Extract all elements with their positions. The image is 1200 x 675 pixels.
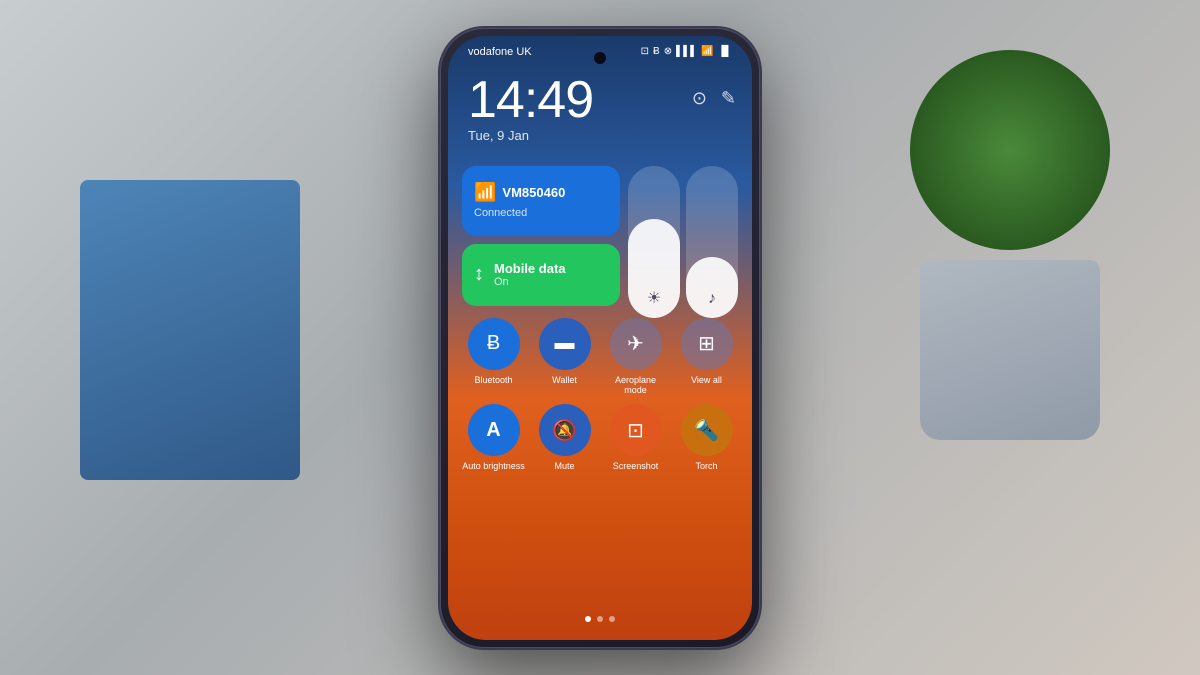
aeroplane-tile[interactable]: ✈ Aeroplane mode <box>604 318 667 397</box>
quick-actions-row2: A Auto brightness 🔕 Mute ⊡ <box>462 404 738 472</box>
bluetooth-tile[interactable]: Ƀ Bluetooth <box>462 318 525 397</box>
mobile-tile[interactable]: ↕ Mobile data On <box>462 244 620 306</box>
edit-tile-icon[interactable]: ✎ <box>721 88 736 109</box>
volume-slider[interactable]: ♪ <box>686 166 738 318</box>
torch-tile[interactable]: 🔦 Torch <box>675 404 738 472</box>
plant-leaves <box>910 50 1110 250</box>
main-tiles: 📶 VM850460 Connected ↕ Mobile data On <box>462 166 738 318</box>
screenshot-icon: ⊡ <box>627 418 644 443</box>
mobile-data-icon: ↕ <box>474 263 484 286</box>
bluetooth-btn[interactable]: Ƀ <box>468 318 520 370</box>
wifi-icon: 📶 <box>474 182 496 203</box>
view-all-label: View all <box>691 375 722 386</box>
bluetooth-label: Bluetooth <box>474 375 512 386</box>
dot-2 <box>597 616 603 622</box>
mobile-status: On <box>494 276 566 288</box>
brightness-slider-icon: ☀ <box>647 288 661 308</box>
wallet-tile[interactable]: ▬ Wallet <box>533 318 596 397</box>
mute-tile[interactable]: 🔕 Mute <box>533 404 596 472</box>
date-display: Tue, 9 Jan <box>468 128 593 143</box>
left-tiles: 📶 VM850460 Connected ↕ Mobile data On <box>462 166 620 318</box>
mute-label: Mute <box>554 461 574 472</box>
auto-brightness-tile[interactable]: A Auto brightness <box>462 404 525 472</box>
edit-icons-area: ⊙ ✎ <box>692 88 736 109</box>
bluetooth-icon: Ƀ <box>487 332 500 355</box>
scene: vodafone UK ⊡ Ƀ ⊗ ▌▌▌ 📶 ▐▌ 14:49 Tue, 9 … <box>0 0 1200 675</box>
alarm-icon: ⊗ <box>664 46 672 57</box>
wifi-name: VM850460 <box>502 185 565 200</box>
view-all-tile[interactable]: ⊞ View all <box>675 318 738 397</box>
carrier-label: vodafone UK <box>468 46 532 58</box>
wallet-btn[interactable]: ▬ <box>539 318 591 370</box>
status-icons: ⊡ Ƀ ⊗ ▌▌▌ 📶 ▐▌ <box>641 46 732 57</box>
wallet-label: Wallet <box>552 375 577 386</box>
sliders-area: ☀ ♪ <box>628 166 738 318</box>
mobile-tile-text: Mobile data On <box>494 261 566 288</box>
phone: vodafone UK ⊡ Ƀ ⊗ ▌▌▌ 📶 ▐▌ 14:49 Tue, 9 … <box>440 28 760 648</box>
time-area: 14:49 Tue, 9 Jan <box>468 74 593 143</box>
wifi-status-icon: 📶 <box>701 46 713 57</box>
signal-icon: ▌▌▌ <box>676 46 697 57</box>
aeroplane-btn[interactable]: ✈ <box>610 318 662 370</box>
torch-label: Torch <box>695 461 717 472</box>
battery-icon: ▐▌ <box>718 46 732 57</box>
auto-brightness-icon: A <box>486 419 500 442</box>
wifi-icon-row: 📶 VM850460 <box>474 182 608 203</box>
torch-btn[interactable]: 🔦 <box>681 404 733 456</box>
phone-screen: vodafone UK ⊡ Ƀ ⊗ ▌▌▌ 📶 ▐▌ 14:49 Tue, 9 … <box>448 36 752 640</box>
wifi-status: Connected <box>474 207 608 219</box>
auto-brightness-label: Auto brightness <box>462 461 525 472</box>
auto-brightness-btn[interactable]: A <box>468 404 520 456</box>
screenshot-label: Screenshot <box>613 461 659 472</box>
view-all-icon: ⊞ <box>698 331 715 356</box>
brightness-slider[interactable]: ☀ <box>628 166 680 318</box>
aeroplane-icon: ✈ <box>627 331 644 356</box>
pagination-dots <box>585 616 615 622</box>
volume-fill <box>686 257 738 318</box>
screenshot-tile[interactable]: ⊡ Screenshot <box>604 404 667 472</box>
wifi-tile[interactable]: 📶 VM850460 Connected <box>462 166 620 236</box>
nfc-icon: ⊡ <box>641 46 649 57</box>
aeroplane-label: Aeroplane mode <box>604 375 667 397</box>
mute-btn[interactable]: 🔕 <box>539 404 591 456</box>
volume-slider-icon: ♪ <box>708 290 716 308</box>
time-display: 14:49 <box>468 74 593 126</box>
bg-plant <box>880 50 1140 450</box>
bluetooth-status-icon: Ƀ <box>653 46 660 57</box>
quick-actions-row1: Ƀ Bluetooth ▬ Wallet ✈ Aero <box>462 318 738 397</box>
tiles-area: 📶 VM850460 Connected ↕ Mobile data On <box>462 166 738 480</box>
view-all-btn[interactable]: ⊞ <box>681 318 733 370</box>
mute-icon: 🔕 <box>552 418 577 443</box>
wallet-icon: ▬ <box>555 332 575 355</box>
dot-3 <box>609 616 615 622</box>
torch-icon: 🔦 <box>694 418 719 443</box>
brightness-edit-icon[interactable]: ⊙ <box>692 88 707 109</box>
mobile-name: Mobile data <box>494 261 566 276</box>
dot-1 <box>585 616 591 622</box>
bg-box <box>80 180 300 480</box>
camera-hole <box>594 52 606 64</box>
plant-pot <box>920 260 1100 440</box>
screenshot-btn[interactable]: ⊡ <box>610 404 662 456</box>
